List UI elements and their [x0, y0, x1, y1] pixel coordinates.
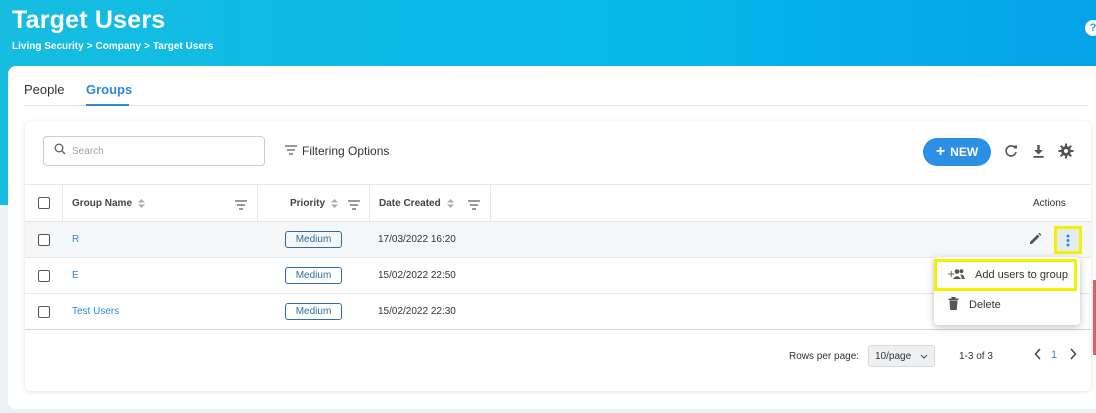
- main-card: People Groups Filtering Options + NEW: [8, 66, 1096, 409]
- row-checkbox[interactable]: [38, 234, 50, 246]
- more-actions-button[interactable]: [1054, 226, 1082, 254]
- column-filter-icon[interactable]: [468, 197, 480, 215]
- table-row[interactable]: Test Users Medium 15/02/2022 22:30: [25, 294, 1091, 330]
- table-row[interactable]: E Medium 15/02/2022 22:50: [25, 258, 1091, 294]
- trash-icon: [948, 297, 959, 313]
- search-input[interactable]: [72, 145, 252, 157]
- column-header-priority[interactable]: Priority: [290, 185, 339, 222]
- new-group-button[interactable]: + NEW: [923, 138, 991, 166]
- breadcrumb-company[interactable]: Company: [96, 41, 142, 52]
- column-divider: [257, 185, 258, 222]
- search-icon: [54, 142, 66, 160]
- search-box[interactable]: [43, 136, 265, 166]
- priority-badge: Medium: [285, 231, 342, 248]
- filtering-options-button[interactable]: Filtering Options: [285, 144, 389, 158]
- breadcrumb-living-security[interactable]: Living Security: [12, 41, 84, 52]
- add-users-to-group-menu-item[interactable]: + Add users to group: [934, 259, 1077, 291]
- column-header-group-name[interactable]: Group Name: [72, 185, 146, 222]
- plus-icon: +: [935, 143, 946, 160]
- page-title: Target Users: [12, 6, 166, 34]
- priority-badge: Medium: [285, 303, 342, 320]
- breadcrumb: Living Security > Company > Target Users: [12, 41, 213, 52]
- rows-per-page-label: Rows per page:: [789, 351, 860, 362]
- column-header-label: Priority: [290, 198, 326, 209]
- tab-bar: People Groups: [24, 80, 1088, 106]
- column-header-date-created[interactable]: Date Created: [379, 185, 454, 222]
- group-name-link[interactable]: R: [72, 234, 79, 245]
- breadcrumb-separator: >: [86, 41, 93, 52]
- help-icon[interactable]: ?: [1085, 20, 1096, 36]
- refresh-icon[interactable]: [1003, 143, 1019, 159]
- column-filter-icon[interactable]: [348, 197, 360, 215]
- breadcrumb-separator: >: [144, 41, 150, 52]
- previous-page-icon[interactable]: [1034, 348, 1042, 363]
- column-filter-icon[interactable]: [235, 197, 247, 215]
- column-divider: [490, 185, 491, 222]
- table-row[interactable]: R Medium 17/03/2022 16:20: [25, 222, 1091, 258]
- add-users-icon: +: [947, 268, 965, 283]
- delete-label: Delete: [969, 299, 1001, 311]
- row-checkbox[interactable]: [38, 270, 50, 282]
- column-header-label: Date Created: [379, 198, 441, 209]
- column-header-actions: Actions: [1033, 198, 1066, 209]
- rows-per-page-select[interactable]: 10/page: [868, 345, 935, 367]
- settings-gear-icon[interactable]: [1058, 143, 1074, 159]
- add-users-label: Add users to group: [975, 269, 1068, 281]
- date-created: 17/03/2022 16:20: [378, 234, 456, 245]
- sort-icon[interactable]: [446, 199, 454, 208]
- column-divider: [62, 185, 63, 222]
- sort-icon[interactable]: [331, 199, 339, 208]
- group-name-link[interactable]: Test Users: [72, 306, 119, 317]
- rows-per-page-value: 10/page: [875, 350, 912, 362]
- new-button-label: NEW: [950, 145, 979, 159]
- breadcrumb-target-users: Target Users: [152, 41, 214, 52]
- column-header-label: Group Name: [72, 198, 133, 209]
- row-checkbox[interactable]: [38, 306, 50, 318]
- download-icon[interactable]: [1030, 143, 1046, 159]
- column-divider: [369, 185, 370, 222]
- table-header: Group Name Priority Date Created Actions: [25, 184, 1091, 222]
- date-created: 15/02/2022 22:50: [378, 270, 456, 281]
- delete-menu-item[interactable]: Delete: [934, 290, 1080, 320]
- priority-badge: Medium: [285, 267, 342, 284]
- tab-people[interactable]: People: [24, 82, 64, 97]
- sort-icon[interactable]: [138, 199, 146, 208]
- active-tab-indicator: [86, 104, 129, 106]
- chevron-down-icon: [920, 351, 928, 362]
- current-page-number[interactable]: 1: [1051, 349, 1057, 361]
- pagination-range: 1-3 of 3: [959, 351, 993, 362]
- filtering-options-label: Filtering Options: [302, 144, 390, 158]
- next-page-icon[interactable]: [1069, 348, 1077, 363]
- group-name-link[interactable]: E: [72, 270, 79, 281]
- groups-table-card: Filtering Options + NEW Group Name: [25, 121, 1091, 391]
- date-created: 15/02/2022 22:30: [378, 306, 456, 317]
- select-all-checkbox[interactable]: [38, 197, 50, 209]
- edit-pencil-icon[interactable]: [1028, 232, 1042, 249]
- row-actions-menu: + Add users to group Delete: [934, 257, 1080, 325]
- filter-lines-icon: [285, 144, 297, 158]
- tab-groups[interactable]: Groups: [86, 82, 132, 97]
